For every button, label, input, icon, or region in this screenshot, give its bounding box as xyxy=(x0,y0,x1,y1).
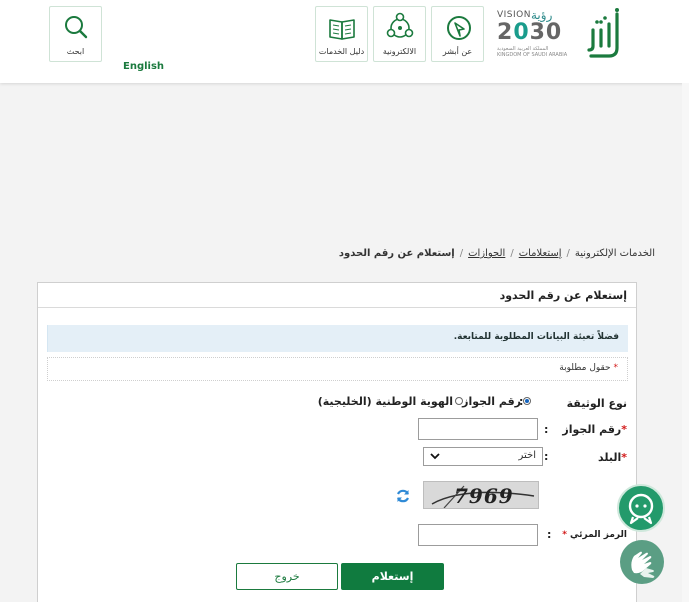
info-message: فضلاً تعبئة البيانات المطلوبة للمتابعة. xyxy=(47,325,628,352)
country-select[interactable]: اختر xyxy=(423,447,543,466)
doc-type-passport-radio[interactable] xyxy=(523,397,531,405)
inquiry-panel: إستعلام عن رقم الحدود فضلاً تعبئة البيان… xyxy=(37,282,637,602)
breadcrumb-item-passports[interactable]: الجوازات xyxy=(468,248,505,259)
vision-year: 2030 xyxy=(497,20,563,45)
nav-search[interactable]: ابحث xyxy=(49,6,102,62)
sign-language-button[interactable] xyxy=(620,540,664,584)
country-label: *البلد xyxy=(597,451,627,464)
required-star: * xyxy=(621,451,627,464)
absher-logo[interactable] xyxy=(585,8,625,60)
search-icon xyxy=(50,11,101,43)
nav-eservices[interactable]: الالكترونية xyxy=(373,6,426,62)
passport-number-label: *رقم الجواز xyxy=(562,423,627,436)
vision-2030-logo: VISION رؤية 2030 المملكة العربية السعودي… xyxy=(497,8,571,62)
inquiry-submit-button[interactable]: إستعلام xyxy=(341,563,444,590)
required-note: * حقول مطلوبة xyxy=(47,357,628,381)
passport-number-input[interactable] xyxy=(418,418,538,440)
doc-type-passport-label[interactable]: رقم الجواز xyxy=(462,395,521,408)
breadcrumb-item-eservices: الخدمات الإلكترونية xyxy=(574,248,655,259)
doc-type-label: نوع الوثيقة xyxy=(566,397,627,410)
refresh-captcha-icon[interactable] xyxy=(395,488,411,504)
doc-type-national-id-radio[interactable] xyxy=(455,397,463,405)
vision-subtitle: المملكة العربية السعودية KINGDOM OF SAUD… xyxy=(497,46,568,58)
breadcrumb-item-current: إستعلام عن رقم الحدود xyxy=(338,248,455,259)
services-guide-book-icon xyxy=(316,11,367,43)
chat-support-button[interactable] xyxy=(617,484,665,532)
absher-cursor-icon xyxy=(432,11,483,43)
visual-code-input[interactable] xyxy=(418,524,538,546)
sign-language-hands-icon xyxy=(631,551,655,578)
required-star: * xyxy=(562,530,567,540)
nav-about-absher[interactable]: عن أبشر xyxy=(431,6,484,62)
breadcrumb: الخدمات الإلكترونية/إستعلامات/الجوازات/إ… xyxy=(338,248,655,259)
breadcrumb-item-inquiries[interactable]: إستعلامات xyxy=(519,248,562,259)
colon: : xyxy=(547,528,552,541)
captcha-text: 7969 xyxy=(454,484,514,508)
country-select-value: اختر xyxy=(518,450,537,461)
colon: : xyxy=(544,423,549,436)
eservices-network-icon xyxy=(374,11,425,43)
required-star: * xyxy=(621,423,627,436)
chevron-down-icon xyxy=(430,451,440,464)
site-header: VISION رؤية 2030 المملكة العربية السعودي… xyxy=(0,0,689,83)
nav-label: ابحث xyxy=(66,47,85,56)
required-note-text: حقول مطلوبة xyxy=(559,363,611,373)
doc-type-national-id-label[interactable]: الهوية الوطنية (الخليجية) xyxy=(318,395,453,408)
page-scrollbar[interactable] xyxy=(682,83,689,602)
panel-title: إستعلام عن رقم الحدود xyxy=(499,289,627,302)
nav-label: عن أبشر xyxy=(442,47,473,56)
nav-services-guide[interactable]: دليل الخدمات xyxy=(315,6,368,62)
vision-word: VISION xyxy=(497,10,531,20)
nav-label: دليل الخدمات xyxy=(318,47,365,56)
language-toggle-link[interactable]: English xyxy=(123,61,164,72)
required-star: * xyxy=(613,363,619,373)
nav-label: الالكترونية xyxy=(382,47,417,56)
captcha-image: 7969 xyxy=(423,481,539,509)
chat-bubble-icon xyxy=(628,493,654,525)
panel-divider xyxy=(38,307,636,308)
visual-code-label: الرمز المرئي * xyxy=(562,530,627,540)
colon: : xyxy=(544,450,549,463)
exit-button[interactable]: خروج xyxy=(236,563,338,590)
